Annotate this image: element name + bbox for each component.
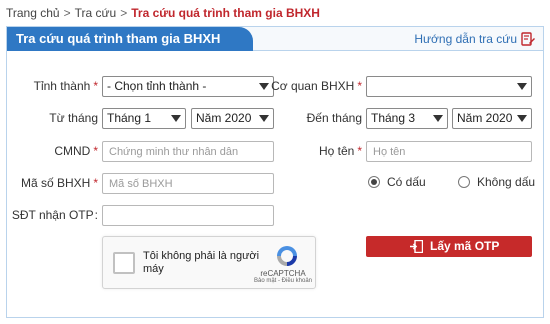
get-otp-label: Lấy mã OTP xyxy=(430,239,500,253)
from-month-select[interactable]: Tháng 1 xyxy=(102,108,186,129)
name-label: Họ tên * xyxy=(318,144,362,158)
to-month-value: Tháng 3 xyxy=(371,111,416,125)
recaptcha-text: Tôi không phải là người máy xyxy=(143,250,260,275)
chevron-down-icon xyxy=(517,115,527,122)
recaptcha-checkbox[interactable] xyxy=(113,252,135,274)
from-month-value: Tháng 1 xyxy=(107,111,152,125)
full-name-input[interactable] xyxy=(366,141,532,162)
province-label: Tỉnh thành * xyxy=(33,79,98,93)
accent-with-radio[interactable] xyxy=(368,176,380,188)
agency-label: Cơ quan BHXH * xyxy=(271,79,362,93)
id-card-input[interactable] xyxy=(102,141,274,162)
otp-phone-label: SĐT nhận OTP: xyxy=(11,208,98,222)
otp-phone-input[interactable] xyxy=(102,205,274,226)
breadcrumb: Trang chủ > Tra cứu > Tra cứu quá trình tham… xyxy=(6,6,320,20)
recaptcha-brand: reCAPTCHA xyxy=(260,269,306,278)
province-selected-value: - Chọn tỉnh thành - xyxy=(107,79,207,93)
insurance-number-label: Mã số BHXH * xyxy=(20,176,98,190)
to-year-value: Năm 2020 xyxy=(457,111,513,125)
chevron-down-icon xyxy=(259,83,269,90)
accent-without-radio[interactable] xyxy=(458,176,470,188)
to-year-select[interactable]: Năm 2020 xyxy=(452,108,532,129)
chevron-down-icon xyxy=(171,115,181,122)
breadcrumb-home[interactable]: Trang chủ xyxy=(6,6,60,20)
edit-document-icon[interactable] xyxy=(521,32,535,46)
chevron-down-icon xyxy=(259,115,269,122)
panel-header: Tra cứu quá trình tham gia BHXH Hướng dẫ… xyxy=(7,27,543,51)
recaptcha-privacy-links[interactable]: Bảo mật - Điều khoản xyxy=(243,278,323,285)
get-otp-button[interactable]: Lấy mã OTP xyxy=(366,236,532,257)
panel-title: Tra cứu quá trình tham gia BHXH xyxy=(7,27,253,51)
from-year-value: Năm 2020 xyxy=(196,111,252,125)
breadcrumb-lookup[interactable]: Tra cứu xyxy=(75,6,117,20)
breadcrumb-current: Tra cứu quá trình tham gia BHXH xyxy=(131,6,320,20)
breadcrumb-separator: > xyxy=(63,6,71,20)
lookup-guide-link[interactable]: Hướng dẫn tra cứu xyxy=(414,32,517,46)
login-door-icon xyxy=(410,240,423,253)
from-year-select[interactable]: Năm 2020 xyxy=(191,108,274,129)
to-month-label: Đến tháng xyxy=(306,111,362,125)
recaptcha-widget: Tôi không phải là người máy reCAPTCHA Bả… xyxy=(102,236,316,289)
accent-with-label: Có dấu xyxy=(387,175,426,189)
recaptcha-logo-icon xyxy=(277,246,297,266)
chevron-down-icon xyxy=(517,83,527,90)
agency-select[interactable] xyxy=(366,76,532,97)
insurance-number-input[interactable] xyxy=(102,173,274,194)
to-month-select[interactable]: Tháng 3 xyxy=(366,108,448,129)
accent-without-label: Không dấu xyxy=(477,175,536,189)
id-card-label: CMND * xyxy=(54,144,98,158)
breadcrumb-separator: > xyxy=(120,6,128,20)
province-select[interactable]: - Chọn tỉnh thành - xyxy=(102,76,274,97)
chevron-down-icon xyxy=(433,115,443,122)
from-month-label: Từ tháng xyxy=(49,111,98,125)
